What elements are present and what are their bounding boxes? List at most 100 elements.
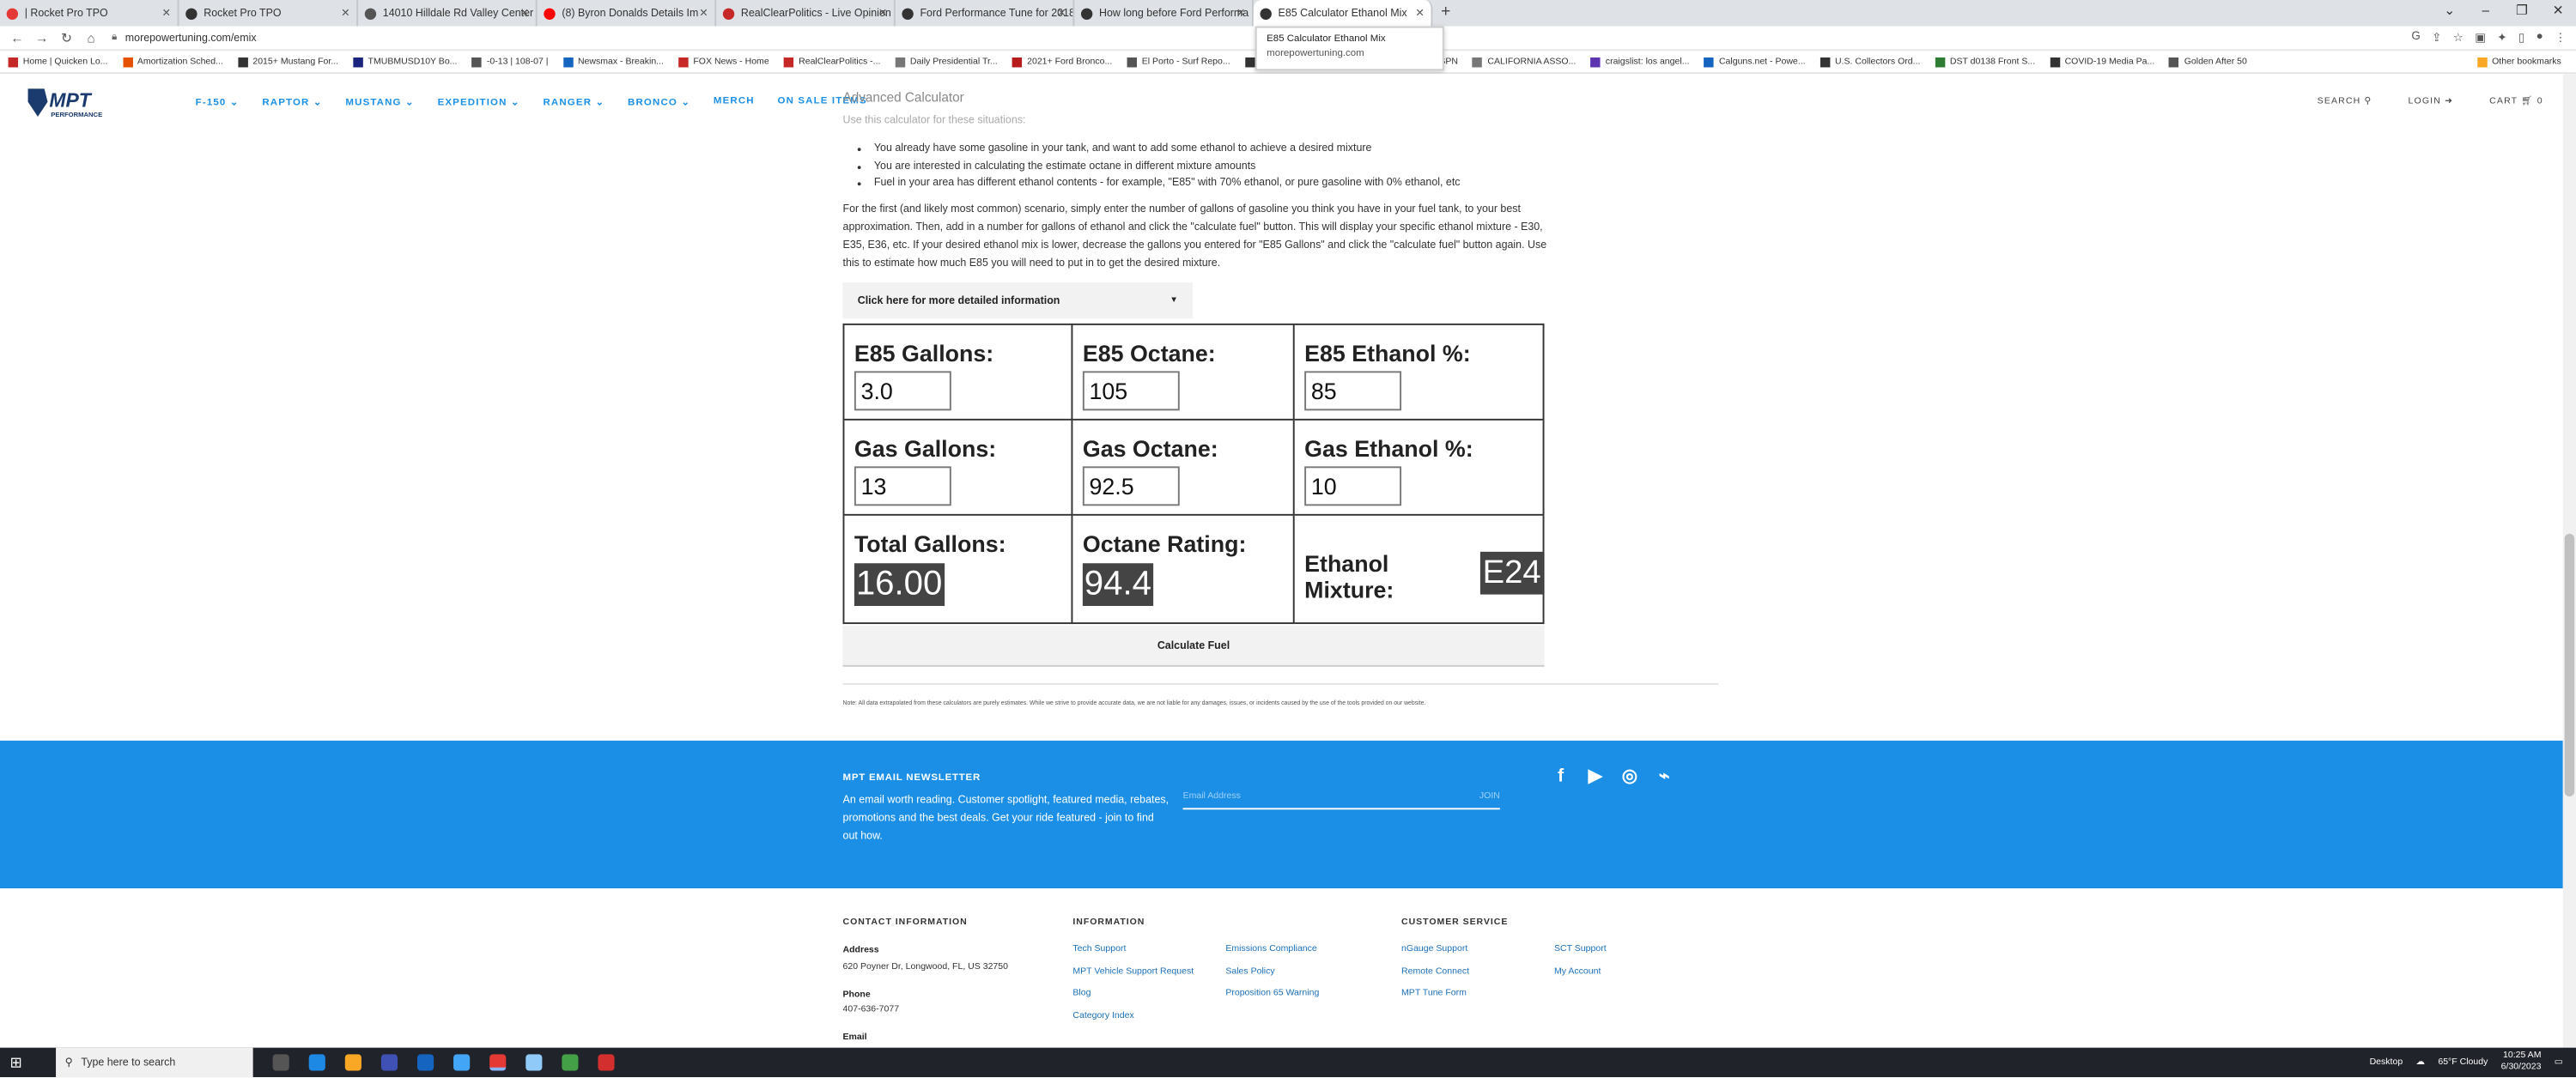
browser-tab[interactable]: Ford Performance Tune for 2018 ✕: [896, 0, 1075, 27]
bookmark-item[interactable]: Amortization Sched...: [122, 57, 223, 67]
close-window-button[interactable]: ✕: [2540, 0, 2576, 27]
bookmark-item[interactable]: COVID-19 Media Pa...: [2050, 57, 2154, 67]
footer-link[interactable]: My Account: [1554, 961, 1607, 984]
acrobat-icon[interactable]: [597, 1054, 614, 1071]
chevron-down-icon[interactable]: ⌄: [2432, 0, 2468, 27]
sidebar-icon[interactable]: ▯: [2518, 31, 2524, 44]
footer-link[interactable]: Proposition 65 Warning: [1225, 984, 1319, 1006]
bookmark-item[interactable]: FOX News - Home: [678, 57, 769, 67]
bookmark-item[interactable]: Other bookmarks: [2476, 57, 2561, 67]
google-icon[interactable]: G: [2411, 31, 2420, 44]
file-explorer-icon[interactable]: [343, 1054, 361, 1071]
close-icon[interactable]: ✕: [1057, 7, 1066, 20]
phone-value[interactable]: 407-636-7077: [843, 1005, 900, 1014]
gas-ethanol-input[interactable]: 10: [1304, 466, 1402, 506]
e85-octane-input[interactable]: 105: [1082, 371, 1180, 411]
browser-tab[interactable]: How long before Ford Performa ✕: [1074, 0, 1254, 27]
bookmark-item[interactable]: Newsmax - Breakin...: [562, 57, 664, 67]
bookmark-item[interactable]: U.S. Collectors Ord...: [1820, 57, 1920, 67]
bookmark-item[interactable]: -0-13 | 108-07 |: [471, 57, 549, 67]
bookmark-item[interactable]: CALIFORNIA ASSO...: [1473, 57, 1576, 67]
bookmark-item[interactable]: craigslist: los angel...: [1590, 57, 1690, 67]
bookmark-item[interactable]: RealClearPolitics -...: [783, 57, 880, 67]
url-field[interactable]: 🔒︎ morepowertuning.com/emix: [112, 32, 256, 43]
close-icon[interactable]: ✕: [878, 7, 887, 20]
maximize-button[interactable]: ❐: [2504, 0, 2540, 27]
app-icon[interactable]: [525, 1054, 542, 1071]
minimize-button[interactable]: –: [2468, 0, 2504, 27]
menu-icon[interactable]: ⋮: [2555, 31, 2566, 44]
email-field[interactable]: Email Address JOIN: [1182, 785, 1500, 810]
browser-tab[interactable]: (8) Byron Donalds Details Im ✕: [538, 0, 717, 27]
store-icon[interactable]: [380, 1054, 398, 1071]
bookmark-item[interactable]: Home | Quicken Lo...: [8, 57, 108, 67]
close-icon[interactable]: ✕: [520, 7, 529, 20]
e85-gallons-input[interactable]: 3.0: [854, 371, 951, 411]
star-icon[interactable]: ☆: [2453, 31, 2464, 44]
footer-link[interactable]: MPT Vehicle Support Request: [1072, 961, 1194, 984]
browser-tab-active[interactable]: E85 Calculator Ethanol Mix ✕: [1253, 0, 1433, 27]
app-icon[interactable]: [561, 1054, 578, 1071]
weather-text[interactable]: 65°F Cloudy: [2438, 1057, 2488, 1067]
browser-tab[interactable]: Rocket Pro TPO ✕: [179, 0, 359, 27]
app-icon[interactable]: [453, 1054, 470, 1071]
bookmark-item[interactable]: DST d0138 Front S...: [1935, 57, 2035, 67]
taskbar-search-input[interactable]: ⚲ Type here to search: [55, 1047, 252, 1078]
facebook-icon[interactable]: f: [1549, 766, 1572, 789]
bookmark-item[interactable]: TMUBMUSD10Y Bo...: [353, 57, 457, 67]
youtube-icon[interactable]: ▶: [1583, 766, 1607, 789]
share-icon[interactable]: ⇪: [2432, 31, 2441, 44]
mail-icon[interactable]: [416, 1054, 434, 1071]
home-icon[interactable]: ⌂: [84, 30, 99, 45]
calculate-fuel-button[interactable]: Calculate Fuel: [842, 625, 1545, 667]
footer-link[interactable]: Remote Connect: [1401, 961, 1469, 984]
avatar[interactable]: ●: [2537, 31, 2543, 44]
footer-link[interactable]: Blog: [1072, 984, 1194, 1006]
notification-icon[interactable]: ▭: [2555, 1057, 2563, 1067]
more-details-toggle[interactable]: Click here for more detailed information…: [842, 282, 1194, 319]
mpt-logo[interactable]: MPT PERFORMANCE: [27, 87, 131, 118]
extension-icon[interactable]: ▣: [2475, 31, 2486, 44]
login-link[interactable]: LOGIN ➜: [2408, 97, 2453, 106]
browser-tab[interactable]: 14010 Hilldale Rd Valley Center ✕: [358, 0, 538, 27]
bookmark-item[interactable]: Daily Presidential Tr...: [895, 57, 998, 67]
edge-icon[interactable]: [307, 1054, 325, 1071]
puzzle-icon[interactable]: ✦: [2497, 31, 2506, 44]
windows-start-icon[interactable]: ⊞: [9, 1053, 21, 1071]
bookmark-item[interactable]: 2015+ Mustang For...: [238, 57, 338, 67]
task-view-icon[interactable]: [271, 1054, 289, 1071]
nav-item[interactable]: RANGER ⌄: [543, 97, 605, 108]
scrollbar-thumb[interactable]: [2564, 533, 2575, 796]
bookmark-item[interactable]: El Porto - Surf Repo...: [1127, 57, 1230, 67]
e85-ethanol-input[interactable]: 85: [1304, 371, 1402, 411]
clock[interactable]: 10:25 AM 6/30/2023: [2501, 1051, 2542, 1075]
nav-item[interactable]: F-150 ⌄: [196, 97, 240, 108]
join-button[interactable]: JOIN: [1479, 791, 1500, 801]
nav-item[interactable]: BRONCO ⌄: [628, 97, 690, 108]
rss-icon[interactable]: ⌁: [1653, 766, 1676, 789]
gas-octane-input[interactable]: 92.5: [1082, 466, 1180, 506]
nav-item[interactable]: MERCH: [714, 97, 755, 108]
close-icon[interactable]: ✕: [341, 7, 349, 20]
chrome-icon[interactable]: [489, 1054, 506, 1071]
reload-icon[interactable]: ↻: [59, 30, 74, 45]
nav-item[interactable]: RAPTOR ⌄: [262, 97, 322, 108]
footer-link[interactable]: MPT Tune Form: [1401, 984, 1469, 1006]
desktop-label[interactable]: Desktop: [2370, 1057, 2403, 1067]
footer-link[interactable]: Tech Support: [1072, 939, 1194, 961]
nav-item[interactable]: EXPEDITION ⌄: [438, 97, 520, 108]
footer-link[interactable]: Sales Policy: [1225, 961, 1319, 984]
footer-link[interactable]: Emissions Compliance: [1225, 939, 1319, 961]
footer-link[interactable]: nGauge Support: [1401, 939, 1469, 961]
cart-link[interactable]: CART 🛒︎ 0: [2489, 97, 2543, 106]
browser-tab[interactable]: RealClearPolitics - Live Opinion ✕: [716, 0, 896, 27]
footer-link[interactable]: Category Index: [1072, 1006, 1194, 1028]
bookmark-item[interactable]: Calguns.net - Powe...: [1704, 57, 1806, 67]
bookmark-item[interactable]: Golden After 50: [2169, 57, 2247, 67]
close-icon[interactable]: ✕: [1415, 7, 1424, 20]
new-tab-button[interactable]: +: [1432, 0, 1459, 27]
close-icon[interactable]: ✕: [162, 7, 171, 20]
footer-link[interactable]: SCT Support: [1554, 939, 1607, 961]
instagram-icon[interactable]: ◎: [1619, 766, 1642, 789]
back-arrow-icon[interactable]: ←: [9, 30, 24, 45]
